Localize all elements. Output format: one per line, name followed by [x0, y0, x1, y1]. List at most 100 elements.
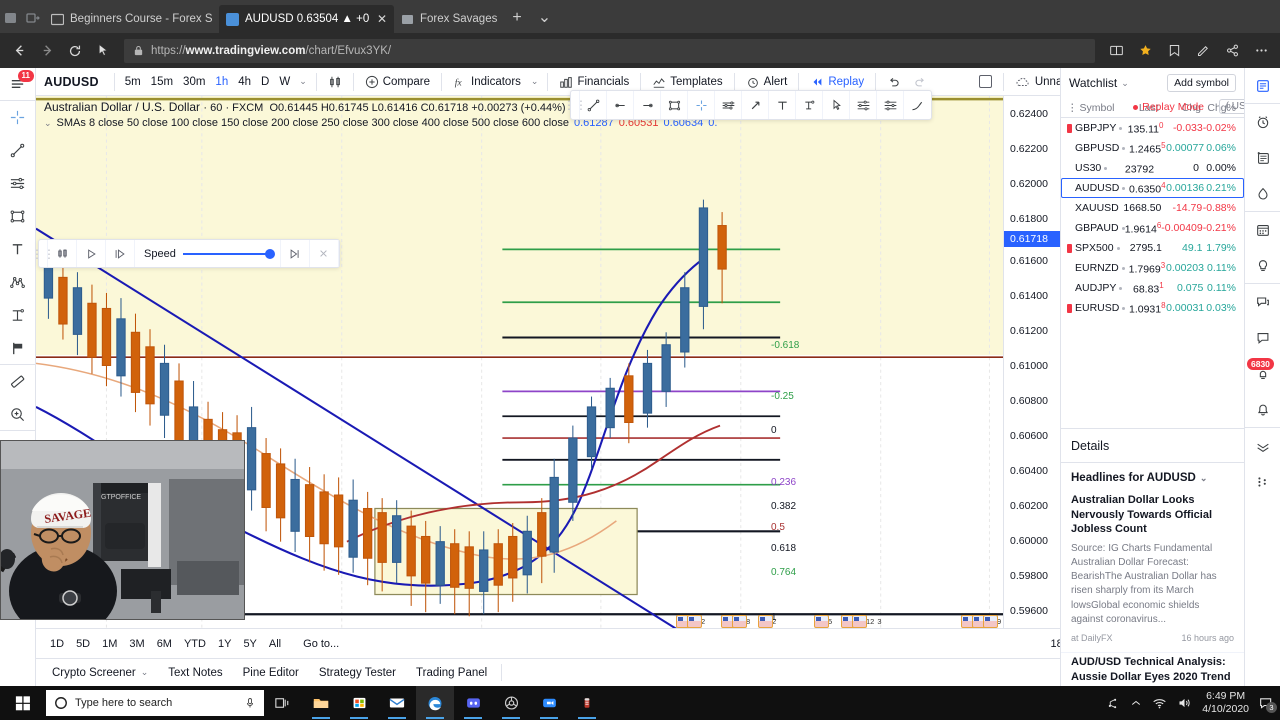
public-chat-icon[interactable]: [1245, 284, 1280, 320]
volume-icon[interactable]: [1177, 696, 1192, 710]
data-window-icon[interactable]: [1245, 140, 1280, 176]
event-marker[interactable]: 2: [676, 615, 705, 628]
brush-icon[interactable]: [904, 91, 931, 119]
news-item[interactable]: AUD/USD Technical Analysis: Aussie Dolla…: [1061, 653, 1244, 686]
crosshair-icon[interactable]: [0, 101, 35, 134]
pattern-icon[interactable]: [0, 266, 35, 299]
range-5y[interactable]: 5Y: [237, 638, 262, 650]
chart-type-candles-icon[interactable]: [322, 69, 348, 95]
speed-control[interactable]: Speed: [135, 240, 281, 267]
zoom-in-icon[interactable]: [0, 398, 35, 431]
alerts-clock-icon[interactable]: [1245, 104, 1280, 140]
taskbar-clock[interactable]: 6:49 PM 4/10/2020: [1202, 690, 1249, 716]
tab-trading-panel[interactable]: Trading Panel: [406, 660, 497, 686]
discord-icon[interactable]: [454, 686, 492, 720]
notifications-bell-icon[interactable]: [1245, 392, 1280, 428]
favorite-star-icon[interactable]: [1132, 38, 1158, 64]
anchored-text-icon[interactable]: [796, 91, 823, 119]
resolution-d[interactable]: D: [256, 69, 274, 95]
ideas-lightbulb-icon[interactable]: [1245, 248, 1280, 284]
watchlist-row[interactable]: GBPAUD 1.96146 -0.00409 -0.21%: [1061, 218, 1244, 238]
chevron-down-icon[interactable]: ⌄: [141, 667, 149, 678]
text-icon[interactable]: [0, 233, 35, 266]
arrow-marker-icon[interactable]: [742, 91, 769, 119]
collapse-pane-icon[interactable]: [1245, 428, 1280, 464]
notes-pen-icon[interactable]: [1190, 38, 1216, 64]
address-bar[interactable]: https://www.tradingview.com/chart/Efvux3…: [124, 38, 1095, 63]
object-tree-icon[interactable]: [1245, 464, 1280, 500]
watchlist-row-selected[interactable]: AUDUSD 0.63504 0.00136 0.21%: [1061, 178, 1244, 198]
back-arrow-icon[interactable]: [6, 38, 32, 64]
play-icon[interactable]: [77, 240, 106, 267]
hotlist-icon[interactable]: [1245, 176, 1280, 212]
watchlist-row[interactable]: EURNZD 1.79693 0.00203 0.11%: [1061, 258, 1244, 278]
range-1d[interactable]: 1D: [44, 638, 70, 650]
parallel-channel-icon[interactable]: [715, 91, 742, 119]
symbol-button[interactable]: AUDUSD: [44, 75, 109, 89]
event-marker[interactable]: 12 3: [841, 615, 882, 628]
resolution-15m[interactable]: 15m: [146, 69, 178, 95]
news-item[interactable]: Australian Dollar Looks Nervously Toward…: [1061, 491, 1244, 653]
horizontal-lines-icon[interactable]: [0, 167, 35, 200]
tab-strategy-tester[interactable]: Strategy Tester: [309, 660, 406, 686]
chrome-icon[interactable]: [492, 686, 530, 720]
reload-icon[interactable]: [62, 38, 88, 64]
range-1y[interactable]: 1Y: [212, 638, 237, 650]
chevron-down-icon[interactable]: ⌄: [44, 118, 52, 129]
chevron-down-icon[interactable]: ⌄: [1200, 473, 1208, 484]
watchlist-panel-icon[interactable]: [1245, 68, 1280, 104]
drag-handle[interactable]: ⋮⋮: [563, 91, 587, 119]
browser-tab-active[interactable]: AUDUSD 0.63504 ▲ +0 ✕: [219, 5, 394, 33]
go-to-date-button[interactable]: Go to...: [295, 638, 347, 650]
windows-start-icon[interactable]: [0, 686, 46, 720]
details-section-header[interactable]: Details: [1061, 428, 1244, 462]
trend-line-icon[interactable]: [0, 134, 35, 167]
close-icon[interactable]: [310, 240, 339, 267]
flag-icon[interactable]: [0, 332, 35, 365]
range-6m[interactable]: 6M: [151, 638, 178, 650]
browser-tab[interactable]: Beginners Course - Forex Sa: [44, 5, 219, 33]
stream-icon[interactable]: 6830: [1245, 356, 1280, 392]
resolution-5m[interactable]: 5m: [120, 69, 146, 95]
event-marker[interactable]: 8: [721, 615, 750, 628]
price-axis[interactable]: 0.62400 0.62200 0.62000 0.61800 0.61718 …: [1003, 96, 1061, 628]
favorites-list-icon[interactable]: [1161, 38, 1187, 64]
resolution-1h[interactable]: 1h: [210, 69, 233, 95]
slider-thumb[interactable]: [264, 248, 275, 259]
indicators-chevron-icon[interactable]: ⌄: [527, 76, 543, 87]
arrow-right-icon[interactable]: [607, 91, 634, 119]
microsoft-store-icon[interactable]: [340, 686, 378, 720]
reading-view-icon[interactable]: [1103, 38, 1129, 64]
resolution-30m[interactable]: 30m: [178, 69, 210, 95]
indicators-button[interactable]: fx Indicators: [447, 69, 527, 95]
forward-arrow-icon[interactable]: [34, 38, 60, 64]
task-view-icon[interactable]: [264, 686, 302, 720]
fib-retracement-icon[interactable]: [850, 91, 877, 119]
cursor-arrow-icon[interactable]: [823, 91, 850, 119]
calendar-icon[interactable]: [1245, 212, 1280, 248]
watchlist-row[interactable]: US30 23792 0 0.00%: [1061, 158, 1244, 178]
resolution-w[interactable]: W: [274, 69, 295, 95]
arrow-left-icon[interactable]: [634, 91, 661, 119]
event-marker[interactable]: 2: [758, 615, 776, 628]
file-explorer-icon[interactable]: [302, 686, 340, 720]
resolution-chevron-icon[interactable]: ⌄: [295, 76, 311, 87]
browser-tab[interactable]: Forex Savages: [394, 5, 505, 33]
edge-browser-icon[interactable]: [416, 686, 454, 720]
wifi-icon[interactable]: [1152, 696, 1167, 710]
range-5d[interactable]: 5D: [70, 638, 96, 650]
microphone-icon[interactable]: [244, 697, 256, 709]
jump-to-bar-icon[interactable]: [48, 240, 77, 267]
news-header[interactable]: Headlines for AUDUSD ⌄: [1061, 463, 1244, 491]
event-marker[interactable]: 5: [814, 615, 832, 628]
search-input[interactable]: Type here to search: [46, 690, 264, 716]
range-1m[interactable]: 1M: [96, 638, 123, 650]
app-icon[interactable]: [568, 686, 606, 720]
measure-ruler-icon[interactable]: [0, 365, 35, 398]
range-all[interactable]: All: [263, 638, 287, 650]
fib-extension-icon[interactable]: [877, 91, 904, 119]
rectangle-icon[interactable]: [661, 91, 688, 119]
share-icon[interactable]: [1219, 38, 1245, 64]
network-share-icon[interactable]: [1107, 697, 1120, 710]
crosshair-icon[interactable]: [688, 91, 715, 119]
